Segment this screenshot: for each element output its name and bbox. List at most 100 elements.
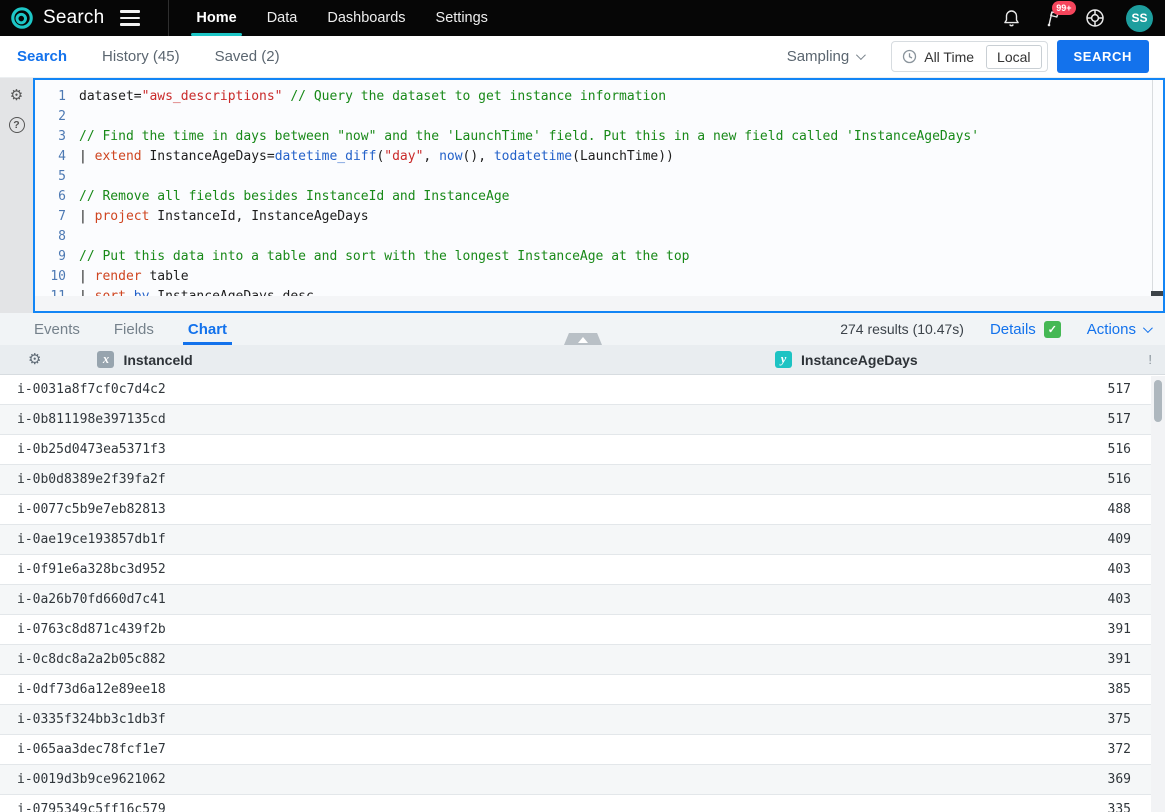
help-lifering-icon[interactable] [1084, 7, 1106, 29]
column-options-icon[interactable]: ! [1148, 352, 1152, 367]
announcements-flag-icon[interactable]: 99+ [1042, 7, 1064, 29]
tab-search[interactable]: Search [17, 48, 67, 65]
cell-instanceagedays: 335 [1108, 802, 1151, 812]
editor-vertical-scrollbar[interactable] [1152, 80, 1153, 311]
cell-instanceid: i-0ae19ce193857db1f [0, 532, 1108, 547]
table-row[interactable]: i-0031a8f7cf0c7d4c2517 [0, 375, 1151, 405]
table-row[interactable]: i-0b0d8389e2f39fa2f516 [0, 465, 1151, 495]
line-number: 10 [35, 267, 79, 287]
nav-item-dashboards[interactable]: Dashboards [312, 0, 420, 36]
table-row[interactable]: i-0795349c5ff16c579335 [0, 795, 1151, 812]
query-editor-zone: ⚙ ? 1dataset="aws_descriptions" // Query… [0, 78, 1165, 313]
editor-left-rail: ⚙ ? [0, 78, 33, 313]
top-app-bar: Search Home Data Dashboards Settings 99+ [0, 0, 1165, 36]
main-nav: Home Data Dashboards Settings [181, 0, 503, 36]
column-header-instanceagedays[interactable]: y InstanceAgeDays [775, 351, 918, 368]
hamburger-menu-icon[interactable] [120, 10, 140, 26]
line-number: 4 [35, 147, 79, 167]
editor-help-icon[interactable]: ? [9, 117, 25, 133]
editor-horizontal-scrollbar[interactable] [35, 296, 1163, 311]
column-label: InstanceAgeDays [801, 352, 918, 368]
editor-scrollbar-thumb[interactable] [1151, 291, 1163, 296]
cell-instanceagedays: 516 [1108, 472, 1151, 487]
y-axis-badge[interactable]: y [775, 351, 792, 368]
table-settings-gear-icon[interactable]: ⚙ [28, 352, 41, 367]
code-line[interactable]: 8 [35, 227, 1147, 247]
code-line[interactable]: 10| render table [35, 267, 1147, 287]
cell-instanceid: i-0077c5b9e7eb82813 [0, 502, 1108, 517]
app-logo-icon[interactable] [10, 6, 34, 30]
table-row[interactable]: i-0335f324bb3c1db3f375 [0, 705, 1151, 735]
results-right: 274 results (10.47s) Details ✓ Actions [840, 321, 1165, 338]
line-number: 1 [35, 87, 79, 107]
table-row[interactable]: i-065aa3dec78fcf1e7372 [0, 735, 1151, 765]
code-line[interactable]: 1dataset="aws_descriptions" // Query the… [35, 87, 1147, 107]
code-line[interactable]: 5 [35, 167, 1147, 187]
code-text: | extend InstanceAgeDays=datetime_diff("… [79, 147, 674, 167]
code-line[interactable]: 3// Find the time in days between "now" … [35, 127, 1147, 147]
code-line[interactable]: 7| project InstanceId, InstanceAgeDays [35, 207, 1147, 227]
line-number: 6 [35, 187, 79, 207]
cell-instanceagedays: 488 [1108, 502, 1151, 517]
code-line[interactable]: 4| extend InstanceAgeDays=datetime_diff(… [35, 147, 1147, 167]
code-line[interactable]: 2 [35, 107, 1147, 127]
sampling-label: Sampling [787, 48, 850, 65]
cell-instanceid: i-0031a8f7cf0c7d4c2 [0, 382, 1108, 397]
details-check-icon: ✓ [1044, 321, 1061, 338]
user-avatar[interactable]: SS [1126, 5, 1153, 32]
line-number: 8 [35, 227, 79, 247]
tab-events[interactable]: Events [17, 313, 97, 345]
clock-icon [902, 49, 917, 64]
details-link[interactable]: Details ✓ [990, 321, 1061, 338]
notification-count-badge: 99+ [1052, 1, 1076, 15]
table-row[interactable]: i-0077c5b9e7eb82813488 [0, 495, 1151, 525]
notifications-bell-icon[interactable] [1000, 7, 1022, 29]
column-header-instanceid[interactable]: x InstanceId [97, 351, 192, 368]
tab-chart[interactable]: Chart [171, 313, 244, 345]
editor-settings-gear-icon[interactable]: ⚙ [10, 88, 23, 103]
code-text: // Remove all fields besides InstanceId … [79, 187, 509, 207]
cell-instanceid: i-0795349c5ff16c579 [0, 802, 1108, 812]
actions-label: Actions [1087, 321, 1136, 338]
query-editor[interactable]: 1dataset="aws_descriptions" // Query the… [33, 78, 1165, 313]
table-row[interactable]: i-0b811198e397135cd517 [0, 405, 1151, 435]
code-line[interactable]: 6// Remove all fields besides InstanceId… [35, 187, 1147, 207]
time-range-value[interactable]: All Time [924, 49, 974, 65]
table-row[interactable]: i-0b25d0473ea5371f3516 [0, 435, 1151, 465]
nav-item-settings[interactable]: Settings [421, 0, 503, 36]
cell-instanceagedays: 403 [1108, 562, 1151, 577]
timezone-button[interactable]: Local [986, 45, 1041, 69]
actions-dropdown[interactable]: Actions [1087, 321, 1150, 338]
table-row[interactable]: i-0a26b70fd660d7c41403 [0, 585, 1151, 615]
cell-instanceid: i-0b0d8389e2f39fa2f [0, 472, 1108, 487]
sampling-dropdown[interactable]: Sampling [787, 48, 864, 65]
code-line[interactable]: 9// Put this data into a table and sort … [35, 247, 1147, 267]
x-axis-badge[interactable]: x [97, 351, 114, 368]
tab-fields[interactable]: Fields [97, 313, 171, 345]
cell-instanceagedays: 516 [1108, 442, 1151, 457]
table-row[interactable]: i-0f91e6a328bc3d952403 [0, 555, 1151, 585]
results-summary: 274 results (10.47s) [840, 321, 964, 337]
panel-collapse-handle[interactable] [564, 333, 602, 345]
table-row[interactable]: i-0df73d6a12e89ee18385 [0, 675, 1151, 705]
search-toolbar: Search History (45) Saved (2) Sampling A… [0, 36, 1165, 78]
table-row[interactable]: i-0019d3b9ce9621062369 [0, 765, 1151, 795]
cell-instanceid: i-065aa3dec78fcf1e7 [0, 742, 1108, 757]
table-row[interactable]: i-0c8dc8a2a2b05c882391 [0, 645, 1151, 675]
line-number: 5 [35, 167, 79, 187]
search-button[interactable]: SEARCH [1057, 40, 1150, 73]
code-lines: 1dataset="aws_descriptions" // Query the… [35, 87, 1147, 307]
cell-instanceagedays: 409 [1108, 532, 1151, 547]
cell-instanceid: i-0c8dc8a2a2b05c882 [0, 652, 1108, 667]
column-label: InstanceId [123, 352, 192, 368]
table-scrollbar-thumb[interactable] [1154, 380, 1162, 422]
table-row[interactable]: i-0ae19ce193857db1f409 [0, 525, 1151, 555]
table-row[interactable]: i-0763c8d871c439f2b391 [0, 615, 1151, 645]
cell-instanceid: i-0b811198e397135cd [0, 412, 1108, 427]
nav-item-data[interactable]: Data [252, 0, 313, 36]
cell-instanceid: i-0763c8d871c439f2b [0, 622, 1108, 637]
nav-item-home[interactable]: Home [181, 0, 251, 36]
table-scrollbar[interactable] [1151, 376, 1165, 812]
tab-saved[interactable]: Saved (2) [215, 48, 280, 65]
tab-history[interactable]: History (45) [102, 48, 180, 65]
